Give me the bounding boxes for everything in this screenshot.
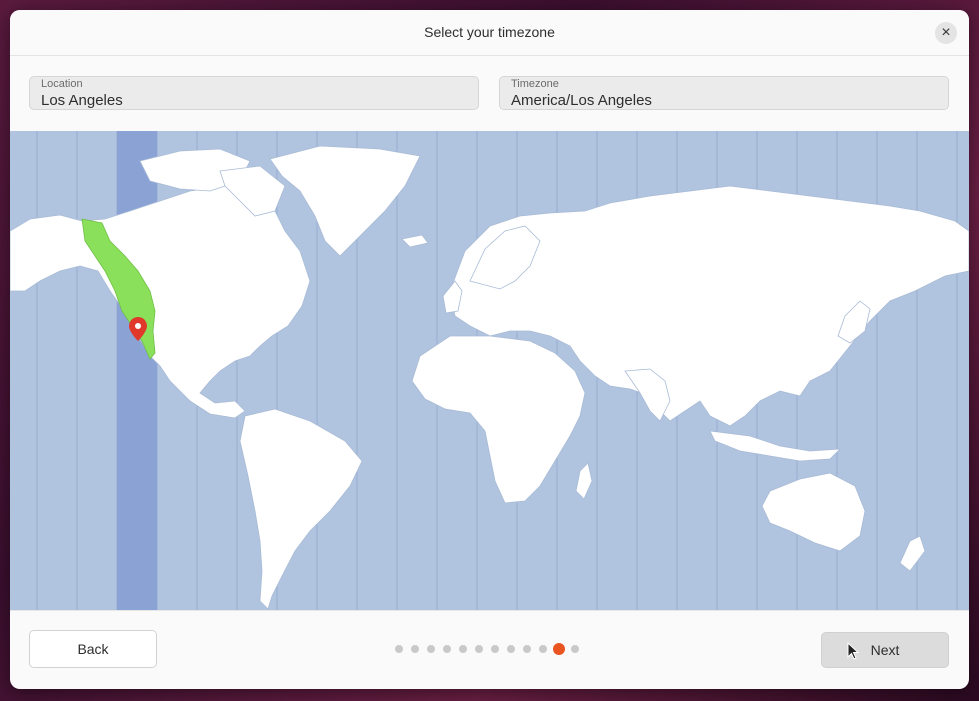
footer-divider (10, 610, 969, 611)
progress-dot (427, 645, 435, 653)
close-icon: × (941, 24, 951, 41)
dialog-header: Select your timezone × (10, 10, 969, 56)
progress-dot (459, 645, 467, 653)
progress-dot (523, 645, 531, 653)
iceland-landmass (401, 234, 429, 248)
progress-dot (443, 645, 451, 653)
dialog-title: Select your timezone (424, 24, 555, 40)
back-button[interactable]: Back (29, 630, 157, 668)
location-field[interactable]: Location Los Angeles (29, 76, 479, 110)
timezone-field[interactable]: Timezone America/Los Angeles (499, 76, 949, 110)
new-zealand-islands (899, 535, 926, 572)
progress-dot (411, 645, 419, 653)
timezone-label: Timezone (511, 78, 559, 90)
mouse-cursor-icon (847, 642, 860, 660)
south-america-landmass (239, 408, 363, 610)
timezone-value: America/Los Angeles (511, 92, 652, 109)
timezone-map[interactable] (10, 131, 969, 610)
progress-dot (539, 645, 547, 653)
progress-dot (507, 645, 515, 653)
location-value: Los Angeles (41, 92, 123, 109)
africa-landmass (411, 335, 586, 504)
australia-landmass (761, 472, 866, 552)
progress-dot (475, 645, 483, 653)
progress-dot-active (553, 643, 565, 655)
next-button[interactable]: Next (821, 632, 949, 668)
madagascar-landmass (575, 462, 593, 500)
timezone-dialog: Select your timezone × Location Los Ange… (10, 10, 969, 689)
progress-dot (395, 645, 403, 653)
progress-dot (491, 645, 499, 653)
progress-dot (571, 645, 579, 653)
close-button[interactable]: × (935, 22, 957, 44)
selected-timezone-band (117, 131, 157, 610)
world-map[interactable] (10, 131, 969, 610)
location-label: Location (41, 78, 83, 90)
north-america-landmass (10, 185, 311, 419)
indonesia-islands (709, 430, 842, 462)
